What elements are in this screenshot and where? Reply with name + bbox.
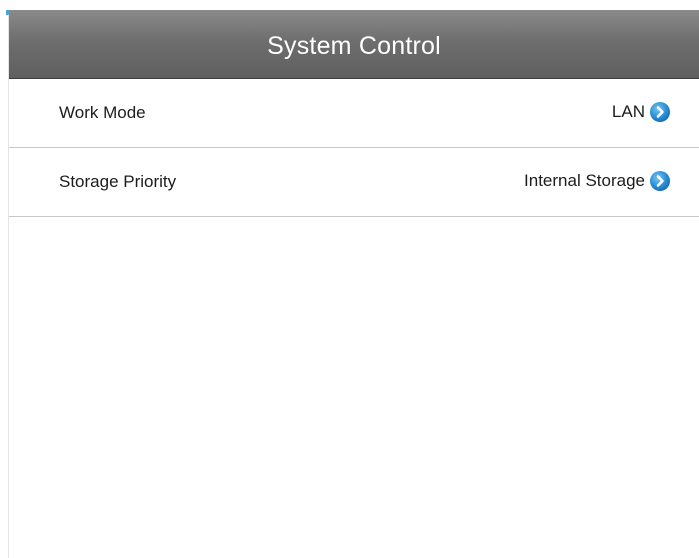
- empty-content-area: [9, 217, 699, 557]
- setting-value-storage-priority: Internal Storage: [524, 171, 645, 190]
- top-bezel: [0, 0, 699, 10]
- setting-value-work-mode: LAN: [611, 102, 645, 121]
- setting-value-container-storage-priority[interactable]: Internal Storage: [524, 170, 671, 192]
- page-title: System Control: [267, 32, 441, 60]
- setting-row-storage-priority[interactable]: Storage Priority Internal Storage: [9, 148, 699, 217]
- setting-row-work-mode[interactable]: Work Mode LAN: [9, 79, 699, 148]
- chevron-right-circle-icon[interactable]: [649, 170, 671, 192]
- chevron-right-circle-icon[interactable]: [649, 101, 671, 123]
- app-window: System Control Work Mode LAN Storage Pri…: [0, 0, 699, 558]
- setting-label-storage-priority: Storage Priority: [59, 172, 177, 191]
- system-control-screen: System Control Work Mode LAN Storage Pri…: [9, 10, 699, 558]
- setting-value-container-work-mode[interactable]: LAN: [612, 101, 671, 123]
- setting-label-work-mode: Work Mode: [59, 103, 146, 122]
- left-bezel: [0, 10, 9, 558]
- header-bar: System Control: [9, 10, 699, 79]
